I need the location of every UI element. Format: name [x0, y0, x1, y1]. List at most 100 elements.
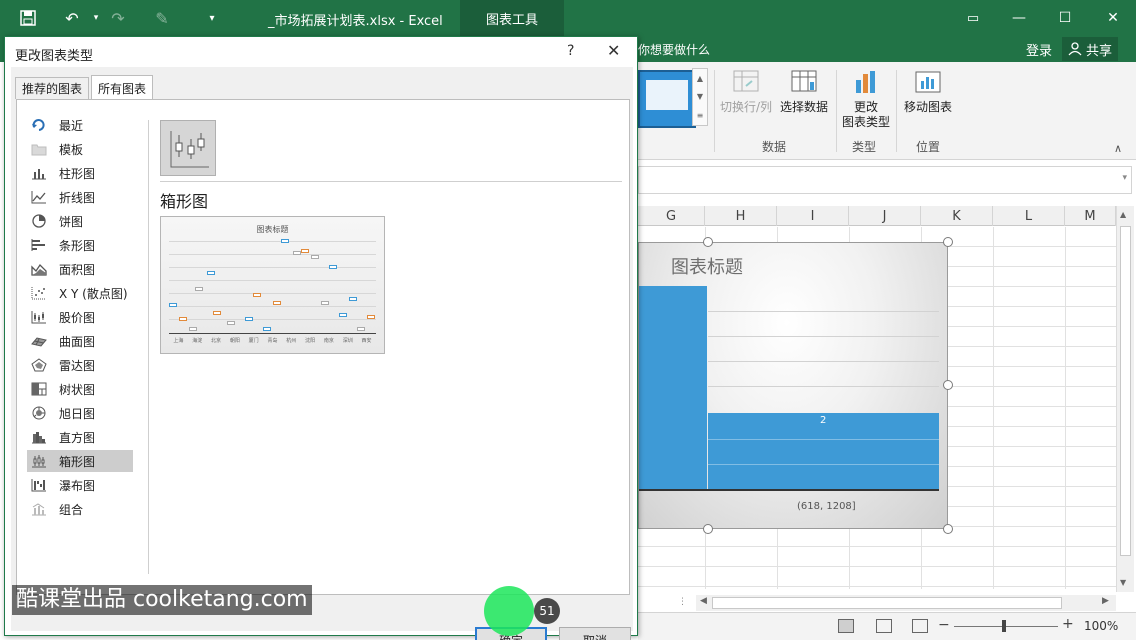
- ribbon-display-options-icon[interactable]: ▭: [950, 0, 996, 36]
- bar-data-label[interactable]: 2: [820, 415, 826, 426]
- embedded-chart[interactable]: 2 图表标题 (618, 1208]: [638, 242, 948, 529]
- resize-handle[interactable]: [943, 524, 953, 534]
- chart-tools-context-tab[interactable]: 图表工具: [460, 0, 564, 36]
- gridline: [708, 464, 939, 465]
- preview-category: 朝阳: [229, 338, 240, 344]
- chart-title[interactable]: 图表标题: [671, 253, 743, 279]
- category-pie[interactable]: 饼图: [27, 210, 133, 232]
- help-icon[interactable]: ?: [567, 43, 574, 59]
- category-treemap[interactable]: 树状图: [27, 378, 133, 400]
- formula-bar[interactable]: ▾: [638, 166, 1132, 194]
- status-bar: − + 100%: [638, 612, 1136, 640]
- save-icon[interactable]: [14, 0, 42, 36]
- scroll-down-icon[interactable]: ▼: [697, 92, 703, 101]
- format-painter-icon[interactable]: ✎: [148, 0, 176, 36]
- column-header[interactable]: G: [638, 206, 705, 226]
- vertical-scrollbar[interactable]: ▲ ▼: [1116, 206, 1134, 592]
- column-header[interactable]: J: [849, 206, 921, 226]
- selected-chart-type-name: 箱形图: [160, 192, 209, 211]
- category-recent[interactable]: 最近: [27, 114, 133, 136]
- zoom-out-icon[interactable]: −: [938, 617, 950, 633]
- category-sunburst[interactable]: 旭日图: [27, 402, 133, 424]
- minimize-icon[interactable]: —: [996, 0, 1042, 36]
- category-line[interactable]: 折线图: [27, 186, 133, 208]
- preview-box: [245, 317, 253, 321]
- category-stock[interactable]: 股价图: [27, 306, 133, 328]
- separator-line: [160, 181, 622, 182]
- scroll-right-icon[interactable]: ▶: [1102, 596, 1109, 606]
- close-icon[interactable]: ✕: [1090, 0, 1136, 36]
- horizontal-scroll-thumb[interactable]: [712, 597, 1062, 609]
- category-templates[interactable]: 模板: [27, 138, 133, 160]
- category-waterfall[interactable]: 瀑布图: [27, 474, 133, 496]
- category-histogram[interactable]: 直方图: [27, 426, 133, 448]
- category-axis[interactable]: [639, 489, 939, 491]
- category-radar[interactable]: 雷达图: [27, 354, 133, 376]
- page-break-view-icon[interactable]: [912, 619, 928, 633]
- category-scatter[interactable]: X Y (散点图): [27, 282, 133, 304]
- scroll-down-icon[interactable]: ▼: [1120, 578, 1126, 587]
- chart-bar[interactable]: [639, 286, 707, 490]
- tell-me-search[interactable]: 你想要做什么: [638, 41, 710, 58]
- page-layout-view-icon[interactable]: [876, 619, 892, 633]
- collapse-ribbon-icon[interactable]: ∧: [1114, 142, 1122, 155]
- chart-style-thumbnail[interactable]: [638, 70, 696, 128]
- category-label: 股价图: [59, 310, 96, 325]
- share-button[interactable]: 共享: [1062, 37, 1118, 61]
- change-chart-type-button[interactable]: 更改 图表类型: [842, 68, 890, 130]
- box-whisker-subtype-thumbnail[interactable]: [160, 120, 216, 176]
- customize-toolbar-icon[interactable]: ▾: [198, 0, 226, 36]
- preview-box: [195, 287, 203, 291]
- zoom-in-icon[interactable]: +: [1062, 616, 1074, 632]
- expand-formula-icon[interactable]: ▾: [1122, 173, 1127, 183]
- group-location-label: 位置: [916, 140, 941, 154]
- tab-recommended-charts[interactable]: 推荐的图表: [15, 77, 90, 99]
- redo-icon[interactable]: ↷: [104, 0, 132, 36]
- category-label[interactable]: (618, 1208]: [797, 501, 856, 512]
- horizontal-scrollbar[interactable]: ◀ ▶: [696, 595, 1116, 611]
- column-header[interactable]: L: [993, 206, 1065, 226]
- close-icon[interactable]: ✕: [607, 41, 620, 60]
- scroll-left-icon[interactable]: ◀: [700, 596, 707, 606]
- category-bar[interactable]: 条形图: [27, 234, 133, 256]
- ribbon-separator: [836, 70, 837, 152]
- preview-category: 厦门: [248, 338, 259, 344]
- stock-chart-icon: [31, 311, 46, 324]
- zoom-slider-knob[interactable]: [1002, 620, 1006, 632]
- column-header[interactable]: K: [921, 206, 993, 226]
- move-chart-button[interactable]: 移动图表: [904, 68, 952, 115]
- select-data-button[interactable]: 选择数据: [780, 68, 828, 115]
- category-surface[interactable]: 曲面图: [27, 330, 133, 352]
- move-chart-label: 移动图表: [904, 100, 953, 114]
- maximize-icon[interactable]: ☐: [1042, 0, 1088, 36]
- column-headers: G H I J K L M: [638, 206, 1116, 226]
- column-header[interactable]: I: [777, 206, 849, 226]
- column-header[interactable]: H: [705, 206, 777, 226]
- column-header[interactable]: M: [1065, 206, 1116, 226]
- resize-handle[interactable]: [703, 237, 713, 247]
- zoom-level[interactable]: 100%: [1084, 619, 1118, 633]
- resize-handle[interactable]: [943, 237, 953, 247]
- category-box-whisker[interactable]: 箱形图: [27, 450, 133, 472]
- gridline: [169, 293, 376, 294]
- gridline: [708, 311, 939, 312]
- switch-row-column-label: 切换行/列: [720, 100, 773, 114]
- preview-box: [189, 327, 197, 331]
- normal-view-icon[interactable]: [838, 619, 854, 633]
- category-column[interactable]: 柱形图: [27, 162, 133, 184]
- scroll-up-icon[interactable]: ▲: [697, 74, 703, 83]
- gallery-more-icon[interactable]: ≡: [697, 111, 704, 120]
- category-area[interactable]: 面积图: [27, 258, 133, 280]
- cancel-button[interactable]: 取消: [559, 627, 631, 640]
- resize-handle[interactable]: [703, 524, 713, 534]
- zoom-slider[interactable]: [954, 626, 1058, 627]
- vertical-scroll-thumb[interactable]: [1120, 226, 1131, 556]
- login-link[interactable]: 登录: [1026, 40, 1052, 59]
- category-combo[interactable]: 组合: [27, 498, 133, 520]
- tab-all-charts[interactable]: 所有图表: [91, 75, 154, 100]
- sheet-navigation-icon[interactable]: ⋮: [678, 597, 687, 607]
- style-gallery-scroller[interactable]: ▲ ▼ ≡: [692, 68, 708, 126]
- resize-handle[interactable]: [943, 380, 953, 390]
- switch-row-column-button[interactable]: 切换行/列: [720, 68, 772, 115]
- scroll-up-icon[interactable]: ▲: [1120, 210, 1126, 219]
